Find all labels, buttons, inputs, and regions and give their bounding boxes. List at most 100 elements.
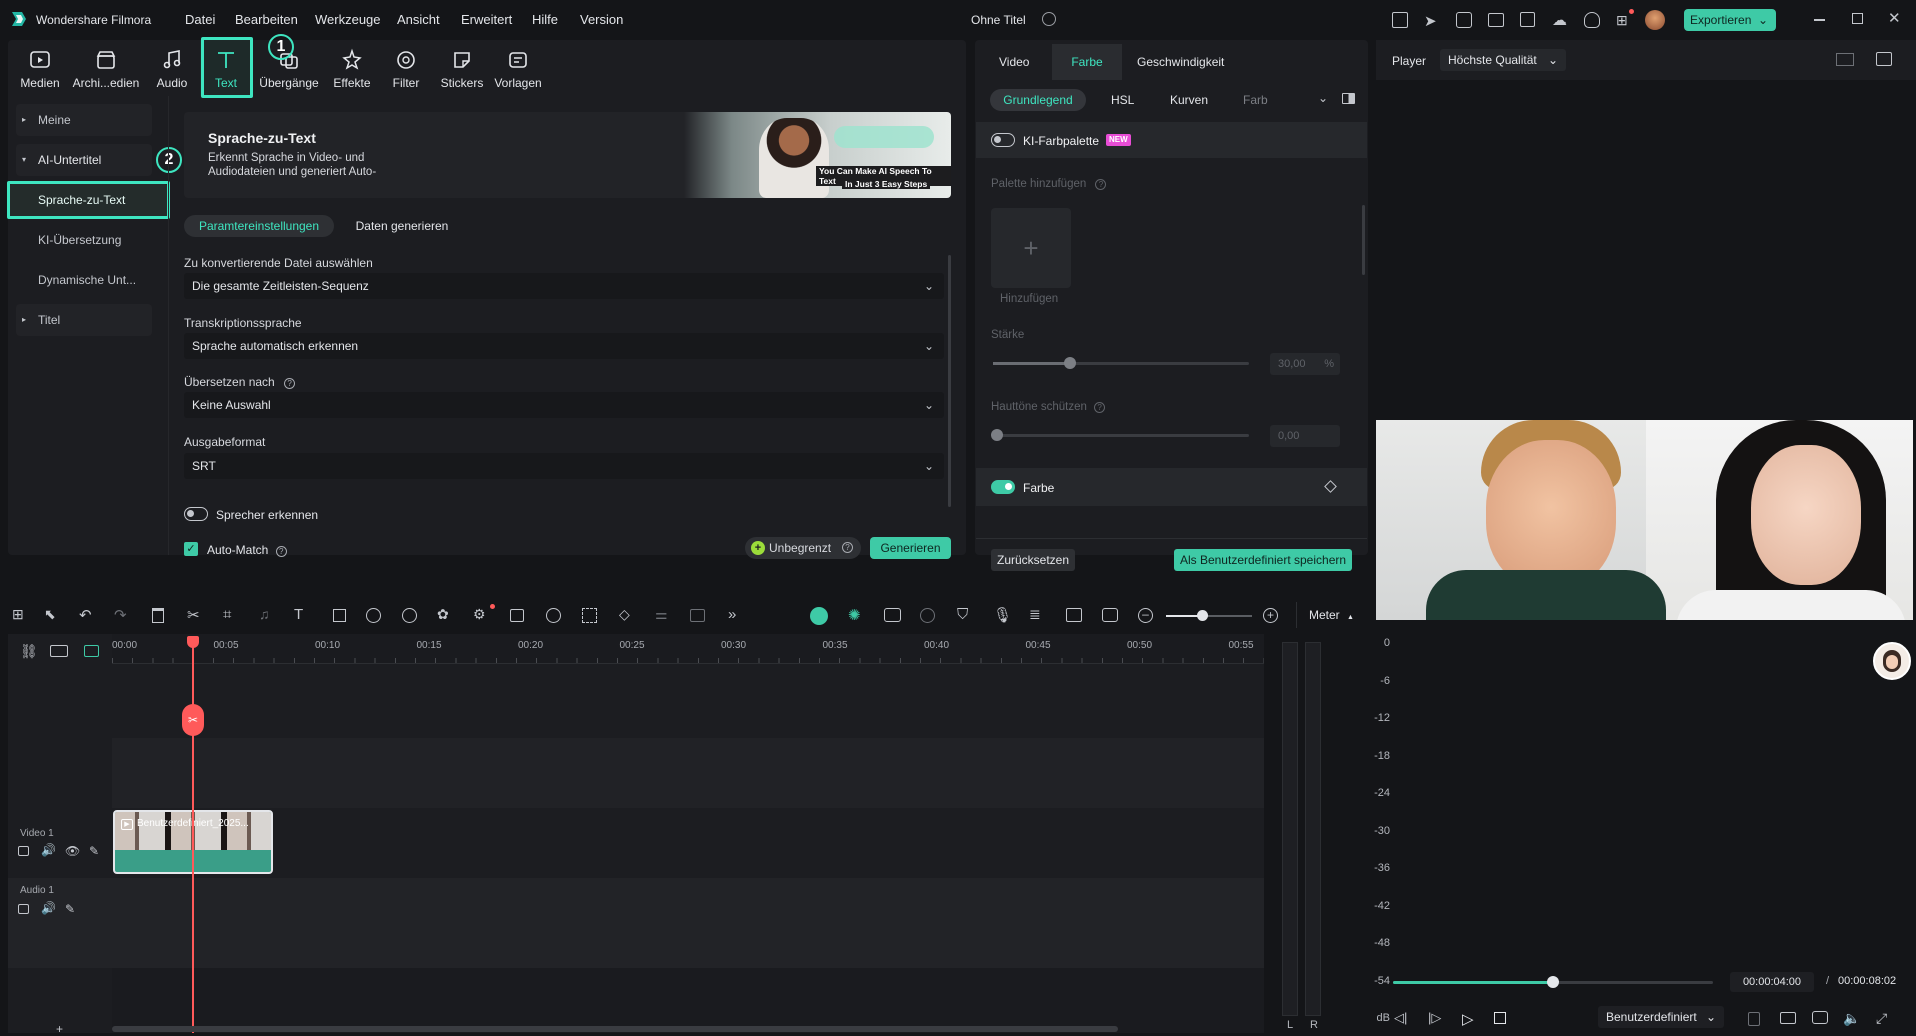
previous-frame-icon[interactable]: ◁| bbox=[1394, 1010, 1412, 1028]
props-scrollbar[interactable] bbox=[1362, 205, 1365, 275]
smart-crop-icon[interactable] bbox=[582, 608, 597, 623]
playhead-marker[interactable] bbox=[187, 636, 199, 648]
audio-mixer-icon[interactable]: ≣ bbox=[1029, 606, 1049, 626]
add-track-icon[interactable] bbox=[50, 645, 68, 657]
apps-grid-icon[interactable]: ⊞ bbox=[1616, 12, 1628, 29]
video-eye-icon[interactable]: 👁 bbox=[65, 844, 80, 858]
tool-effekte[interactable]: Effekte bbox=[324, 40, 380, 96]
add-track-plus-icon[interactable]: + bbox=[56, 1022, 63, 1036]
next-frame-icon[interactable]: |▷ bbox=[1428, 1010, 1446, 1028]
tool-stickers[interactable]: Stickers bbox=[434, 40, 490, 96]
skin-value-field[interactable]: 0,00 bbox=[1270, 425, 1340, 447]
speed-clock-icon[interactable] bbox=[402, 608, 417, 623]
audio-stretch-icon[interactable]: ♫ bbox=[259, 606, 279, 626]
link-icon[interactable]: ⛓ bbox=[20, 643, 38, 660]
timer-icon[interactable] bbox=[546, 608, 561, 623]
audio-speaker-icon[interactable]: 🔊 bbox=[41, 901, 56, 915]
sidebar-item-ai-untertitel[interactable]: ▾ AI-Untertitel bbox=[16, 144, 152, 176]
text-add-icon[interactable]: T bbox=[294, 606, 314, 626]
video-speaker-icon[interactable]: 🔊 bbox=[41, 843, 56, 857]
pip-icon[interactable] bbox=[1066, 608, 1082, 622]
skin-slider-knob[interactable] bbox=[991, 429, 1003, 441]
skin-slider-track[interactable] bbox=[991, 429, 1249, 441]
microphone-icon[interactable]: 🎙 bbox=[993, 606, 1013, 626]
user-avatar[interactable] bbox=[1645, 10, 1665, 30]
auto-ripple-icon[interactable] bbox=[920, 608, 935, 623]
automatch-checkbox[interactable]: ✓ bbox=[184, 542, 198, 556]
volume-icon[interactable]: 🔈 bbox=[1843, 1010, 1861, 1028]
ai-text-icon[interactable] bbox=[690, 609, 705, 622]
cloud-projects-icon[interactable] bbox=[1456, 12, 1472, 28]
subtab-hsl[interactable]: HSL bbox=[1111, 93, 1134, 107]
edit-image-icon[interactable] bbox=[510, 609, 524, 622]
select-arrow-icon[interactable]: ⬉ bbox=[44, 606, 64, 626]
snapshot-camera-icon[interactable] bbox=[1812, 1011, 1828, 1024]
replace-clip-icon[interactable] bbox=[1102, 608, 1118, 622]
tool-archiv[interactable]: Archi...edien bbox=[72, 40, 140, 96]
form-scrollbar[interactable] bbox=[948, 255, 951, 507]
chevron-down-icon[interactable]: ⌄ bbox=[1318, 91, 1328, 105]
tool-audio[interactable]: Audio bbox=[144, 40, 200, 96]
stop-icon[interactable] bbox=[1494, 1012, 1506, 1024]
media-layout-icon[interactable] bbox=[1488, 13, 1504, 27]
cloud-upload-icon[interactable]: ☁ bbox=[1552, 11, 1567, 29]
save-icon[interactable] bbox=[1520, 12, 1535, 27]
redo-icon[interactable]: ↷ bbox=[114, 606, 134, 626]
tool-vorlagen[interactable]: Vorlagen bbox=[490, 40, 546, 96]
menu-ansicht[interactable]: Ansicht bbox=[397, 12, 440, 27]
ai-tools-icon[interactable]: ⚙ bbox=[473, 606, 493, 626]
player-progress-track[interactable] bbox=[1393, 976, 1713, 988]
audio-magic-icon[interactable]: ✎ bbox=[65, 902, 75, 916]
help-icon[interactable]: ? bbox=[1094, 402, 1106, 413]
tool-medien[interactable]: Medien bbox=[12, 40, 68, 96]
subtab-farb[interactable]: Farb bbox=[1243, 93, 1268, 107]
crop-icon[interactable]: ⌗ bbox=[223, 606, 243, 626]
adjust-sliders-icon[interactable]: ⚌ bbox=[655, 606, 675, 626]
more-chevrons-icon[interactable]: » bbox=[728, 606, 748, 626]
headset-support-icon[interactable] bbox=[1584, 12, 1600, 28]
ai-palette-toggle[interactable] bbox=[991, 133, 1015, 147]
strength-slider-knob[interactable] bbox=[1063, 357, 1076, 369]
subtab-grundlegend[interactable]: Grundlegend bbox=[990, 89, 1086, 111]
menu-version[interactable]: Version bbox=[580, 12, 623, 27]
save-custom-button[interactable]: Als Benutzerdefiniert speichern bbox=[1174, 549, 1352, 571]
playhead-line[interactable] bbox=[192, 642, 194, 1033]
zoom-slider-track[interactable] bbox=[1166, 610, 1252, 621]
split-scissors-icon[interactable]: ✂ bbox=[187, 606, 207, 626]
grid-view-icon[interactable] bbox=[1836, 53, 1854, 66]
layout-grid-icon[interactable]: ⊞ bbox=[12, 606, 32, 626]
record-screen-icon[interactable] bbox=[884, 608, 901, 622]
mark-in-icon[interactable] bbox=[1748, 1012, 1760, 1026]
export-button[interactable]: Exportieren ⌄ bbox=[1684, 9, 1776, 31]
quality-select[interactable]: Höchste Qualität ⌄ bbox=[1440, 49, 1566, 71]
tab-parametereinstellungen[interactable]: Paramtereinstellungen bbox=[184, 215, 334, 237]
menu-bearbeiten[interactable]: Bearbeiten bbox=[235, 12, 298, 27]
snap-magnet-icon[interactable]: ✺ bbox=[848, 606, 868, 626]
current-time-field[interactable]: 00:00:04:00 bbox=[1730, 972, 1814, 992]
timeline-hscroll[interactable] bbox=[112, 1026, 1118, 1032]
tool-filter[interactable]: Filter bbox=[378, 40, 434, 96]
select-translate[interactable]: Keine Auswahl ⌄ bbox=[184, 392, 944, 418]
generate-button[interactable]: Generieren bbox=[870, 537, 951, 559]
select-file[interactable]: Die gesamte Zeitleisten-Sequenz ⌄ bbox=[184, 273, 944, 299]
select-language[interactable]: Sprache automatisch erkennen ⌄ bbox=[184, 333, 944, 359]
aspect-ratio-select[interactable]: Benutzerdefiniert ⌄ bbox=[1598, 1006, 1724, 1028]
help-icon[interactable]: ? bbox=[284, 378, 296, 389]
zoom-slider-knob[interactable] bbox=[1197, 610, 1208, 621]
zoom-in-icon[interactable]: + bbox=[1263, 608, 1278, 623]
compare-view-icon[interactable] bbox=[1342, 93, 1355, 104]
sidebar-item-dynamische-untertitel[interactable]: Dynamische Unt... bbox=[16, 264, 152, 296]
zoom-out-icon[interactable]: – bbox=[1138, 608, 1153, 623]
audio-lock-icon[interactable] bbox=[18, 904, 29, 914]
subtab-kurven[interactable]: Kurven bbox=[1170, 93, 1208, 107]
send-icon[interactable]: ➤ bbox=[1424, 12, 1437, 30]
color-toggle[interactable] bbox=[991, 480, 1015, 494]
undo-icon[interactable]: ↶ bbox=[79, 606, 99, 626]
track-manager-icon[interactable] bbox=[84, 645, 99, 657]
tab-daten-generieren[interactable]: Daten generieren bbox=[342, 215, 462, 237]
timeline-ruler[interactable] bbox=[112, 634, 1264, 664]
meter-dropdown[interactable]: Meter ▲ bbox=[1296, 602, 1358, 628]
tab-geschwindigkeit[interactable]: Geschwindigkeit bbox=[1137, 55, 1224, 69]
color-match-icon[interactable]: ✿ bbox=[437, 606, 457, 626]
strength-value-field[interactable]: 30,00 % bbox=[1270, 353, 1340, 375]
